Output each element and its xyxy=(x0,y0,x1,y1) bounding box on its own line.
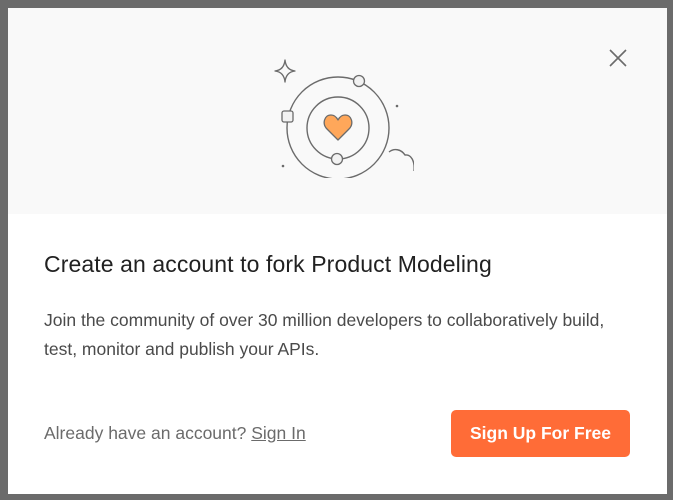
signin-link[interactable]: Sign In xyxy=(251,423,305,443)
orbit-heart-icon xyxy=(274,59,414,178)
modal-description: Join the community of over 30 million de… xyxy=(44,310,605,359)
signup-modal: Create an account to fork Product Modeli… xyxy=(8,8,667,494)
signin-prompt: Already have an account? Sign In xyxy=(44,423,306,444)
signin-prompt-text: Already have an account? xyxy=(44,423,247,443)
modal-title: Create an account to fork Product Modeli… xyxy=(44,251,492,277)
signup-button[interactable]: Sign Up For Free xyxy=(451,410,630,457)
modal-hero xyxy=(8,8,667,214)
close-icon[interactable] xyxy=(606,46,630,70)
